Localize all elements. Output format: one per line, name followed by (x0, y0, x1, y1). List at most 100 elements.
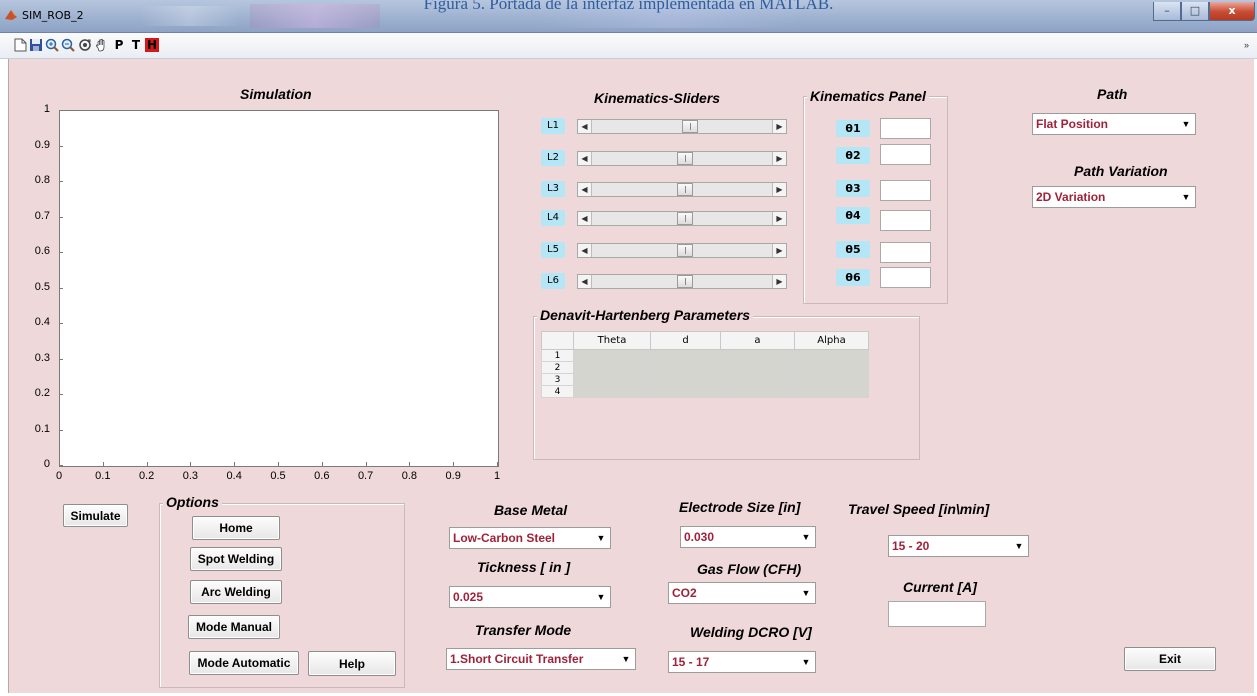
zoom-out-icon[interactable] (61, 38, 75, 52)
toolbar-overflow-icon[interactable]: » (1244, 40, 1249, 50)
slider-right-arrow-icon[interactable]: ▶ (772, 152, 786, 165)
column-header[interactable]: Alpha (794, 331, 869, 350)
y-tick-label: 0 (43, 458, 50, 470)
table-cell[interactable] (720, 373, 795, 386)
slider-right-arrow-icon[interactable]: ▶ (772, 244, 786, 257)
slider-left-arrow-icon[interactable]: ◀ (578, 275, 592, 288)
theta-1-field[interactable] (880, 118, 931, 139)
dh-parameters-table[interactable]: Theta d a Alpha 1234 (541, 331, 869, 398)
table-cell[interactable] (720, 349, 795, 362)
x-tick-label: 0.8 (401, 470, 418, 482)
simulate-button[interactable]: Simulate (63, 504, 128, 527)
table-cell[interactable] (573, 361, 651, 374)
base-metal-label: Base Metal (494, 502, 568, 518)
table-cell[interactable] (650, 361, 721, 374)
slider-right-arrow-icon[interactable]: ▶ (772, 120, 786, 133)
theta-4-field[interactable] (880, 210, 931, 231)
rotate-3d-icon[interactable] (78, 38, 92, 52)
dh-parameters-title: Denavit-Hartenberg Parameters (537, 307, 754, 323)
path-dropdown[interactable]: Flat Position ▼ (1032, 113, 1196, 135)
new-file-icon[interactable] (13, 38, 27, 52)
kinematics-panel-title: Kinematics Panel (807, 88, 929, 104)
table-cell[interactable] (650, 385, 721, 398)
table-cell[interactable] (650, 349, 721, 362)
simulation-axes[interactable] (59, 110, 499, 467)
help-button[interactable]: Help (308, 651, 396, 676)
h-icon[interactable]: H (145, 38, 159, 52)
theta-6-field[interactable] (880, 267, 931, 288)
mode-automatic-button[interactable]: Mode Automatic (189, 651, 299, 675)
electrode-size-label: Electrode Size [in] (679, 499, 801, 515)
theta-2-field[interactable] (880, 144, 931, 165)
slider-left-arrow-icon[interactable]: ◀ (578, 212, 592, 225)
column-header[interactable]: Theta (573, 331, 651, 350)
slider-right-arrow-icon[interactable]: ▶ (772, 275, 786, 288)
path-variation-dropdown-value: 2D Variation (1036, 190, 1106, 204)
t-icon[interactable]: T (129, 38, 143, 52)
zoom-in-icon[interactable] (45, 38, 59, 52)
joint-slider-2[interactable]: ◀ ▶ (577, 151, 787, 166)
slider-left-arrow-icon[interactable]: ◀ (578, 183, 592, 196)
theta-5-field[interactable] (880, 242, 931, 263)
electrode-size-dropdown[interactable]: 0.030 ▼ (680, 526, 816, 548)
options-panel-title: Options (163, 494, 222, 510)
kinematics-sliders-title: Kinematics-Sliders (594, 90, 721, 106)
table-cell[interactable] (794, 349, 869, 362)
x-tick-mark (365, 462, 367, 466)
table-cell[interactable] (794, 361, 869, 374)
transfer-mode-dropdown[interactable]: 1.Short Circuit Transfer ▼ (446, 648, 636, 670)
table-cell[interactable] (573, 385, 651, 398)
path-variation-dropdown[interactable]: 2D Variation ▼ (1032, 186, 1196, 208)
pan-hand-icon[interactable] (95, 38, 109, 52)
spot-welding-button[interactable]: Spot Welding (190, 547, 282, 571)
slider-left-arrow-icon[interactable]: ◀ (578, 120, 592, 133)
column-header[interactable]: a (720, 331, 795, 350)
table-cell[interactable] (720, 385, 795, 398)
home-button[interactable]: Home (192, 516, 280, 540)
slider-thumb[interactable] (676, 152, 693, 165)
table-cell[interactable] (573, 349, 651, 362)
y-tick-mark (59, 358, 63, 360)
welding-dcro-dropdown[interactable]: 15 - 17 ▼ (668, 651, 816, 673)
theta-label: θ4 (836, 207, 870, 224)
table-cell[interactable] (794, 373, 869, 386)
slider-thumb[interactable] (676, 183, 693, 196)
p-icon[interactable]: P (112, 38, 126, 52)
theta-label: θ1 (836, 120, 870, 137)
slider-label: L3 (541, 181, 565, 197)
table-row: 1 (541, 349, 869, 362)
slider-left-arrow-icon[interactable]: ◀ (578, 244, 592, 257)
current-field[interactable] (888, 601, 986, 627)
slider-thumb[interactable] (681, 120, 698, 133)
theta-3-field[interactable] (880, 180, 931, 201)
table-row: 3 (541, 373, 869, 386)
table-cell[interactable] (794, 385, 869, 398)
slider-right-arrow-icon[interactable]: ▶ (772, 183, 786, 196)
y-tick-label: 0.8 (34, 174, 50, 186)
slider-thumb[interactable] (676, 275, 693, 288)
joint-slider-1[interactable]: ◀ ▶ (577, 119, 787, 134)
table-cell[interactable] (720, 361, 795, 374)
slider-left-arrow-icon[interactable]: ◀ (578, 152, 592, 165)
joint-slider-6[interactable]: ◀ ▶ (577, 274, 787, 289)
theta-label: θ5 (836, 241, 870, 258)
gas-flow-label: Gas Flow (CFH) (697, 561, 802, 577)
table-cell[interactable] (650, 373, 721, 386)
x-tick-mark (278, 462, 279, 466)
save-icon[interactable] (29, 38, 43, 52)
joint-slider-5[interactable]: ◀ ▶ (577, 243, 787, 258)
arc-welding-button[interactable]: Arc Welding (190, 580, 282, 604)
joint-slider-4[interactable]: ◀ ▶ (577, 211, 787, 226)
base-metal-dropdown[interactable]: Low-Carbon Steel ▼ (449, 527, 611, 549)
slider-right-arrow-icon[interactable]: ▶ (772, 212, 786, 225)
column-header[interactable]: d (650, 331, 721, 350)
table-cell[interactable] (573, 373, 651, 386)
travel-speed-dropdown[interactable]: 15 - 20 ▼ (888, 535, 1029, 557)
thickness-dropdown[interactable]: 0.025 ▼ (449, 586, 611, 608)
slider-thumb[interactable] (676, 212, 693, 225)
mode-manual-button[interactable]: Mode Manual (188, 615, 280, 639)
joint-slider-3[interactable]: ◀ ▶ (577, 182, 787, 197)
gas-flow-dropdown[interactable]: CO2 ▼ (668, 582, 816, 604)
slider-thumb[interactable] (676, 244, 693, 257)
exit-button[interactable]: Exit (1124, 647, 1216, 671)
